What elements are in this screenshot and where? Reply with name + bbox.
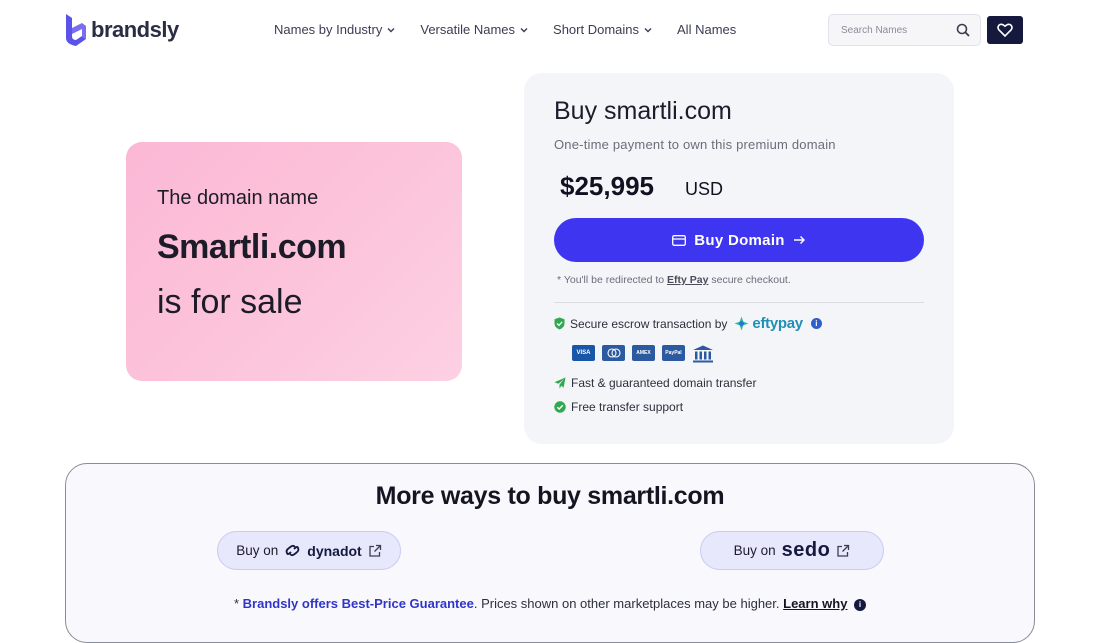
- nav-label: All Names: [677, 22, 737, 37]
- sale-card-intro: The domain name: [157, 187, 319, 209]
- heart-icon: [997, 23, 1013, 37]
- transfer-text: Fast & guaranteed domain transfer: [571, 376, 757, 390]
- for-sale-card: The domain name Smartli.com is for sale: [126, 142, 462, 381]
- nav-label: Names by Industry: [274, 22, 383, 37]
- chevron-down-icon: [644, 27, 652, 32]
- shield-check-icon: [554, 317, 565, 330]
- buy-panel: Buy smartli.com One-time payment to own …: [524, 73, 954, 444]
- eftypay-wordmark: eftypay: [752, 315, 803, 332]
- nav-names-by-industry[interactable]: Names by Industry: [274, 22, 396, 37]
- redirect-suffix: secure checkout.: [711, 274, 791, 286]
- divider: [554, 302, 924, 303]
- amex-icon: AMEX: [632, 345, 655, 361]
- nav-label: Short Domains: [553, 22, 640, 37]
- search-input[interactable]: [841, 24, 951, 36]
- escrow-feature: Secure escrow transaction by eftypay i: [554, 315, 822, 332]
- support-feature: Free transfer support: [554, 400, 683, 414]
- guarantee-brand: Brandsly offers Best-Price Guarantee: [242, 596, 474, 611]
- transfer-feature: Fast & guaranteed domain transfer: [554, 376, 756, 390]
- redirect-note: * You'll be redirected to Efty Pay secur…: [557, 274, 791, 286]
- buy-subtitle: One-time payment to own this premium dom…: [554, 137, 836, 152]
- check-circle-icon: [554, 401, 566, 413]
- logo-text: brandsly: [91, 17, 179, 42]
- buy-domain-button[interactable]: Buy Domain: [554, 218, 924, 262]
- efty-pay-link[interactable]: Efty Pay: [667, 274, 708, 286]
- eftypay-logo-icon: [734, 316, 749, 331]
- external-link-icon: [369, 544, 381, 557]
- arrow-right-icon: [793, 236, 805, 244]
- mastercard-icon: [602, 345, 625, 361]
- escrow-text: Secure escrow transaction by: [570, 316, 728, 331]
- site-header: brandsly Names by Industry Versatile Nam…: [0, 0, 1100, 60]
- eftypay-logo: eftypay: [734, 315, 803, 332]
- search-icon[interactable]: [956, 23, 970, 37]
- buy-title: Buy smartli.com: [554, 97, 732, 125]
- dynadot-wordmark: dynadot: [307, 542, 362, 559]
- support-text: Free transfer support: [571, 400, 684, 414]
- info-icon[interactable]: i: [854, 598, 867, 611]
- more-ways-title: More ways to buy smartli.com: [375, 482, 725, 510]
- sale-card-domain: Smartli.com: [157, 228, 347, 266]
- brandsly-logo-icon: [66, 14, 86, 46]
- buy-on-label: Buy on: [733, 543, 776, 558]
- guarantee-asterisk: *: [233, 596, 240, 611]
- payment-methods: VISA AMEX PayPal: [572, 345, 714, 363]
- learn-why-link[interactable]: Learn why: [783, 596, 847, 611]
- buy-on-label: Buy on: [236, 543, 279, 558]
- nav-all-names[interactable]: All Names: [677, 22, 736, 37]
- brandsly-logo[interactable]: brandsly: [64, 14, 179, 46]
- redirect-prefix: * You'll be redirected to: [557, 274, 665, 286]
- credit-card-icon: [672, 234, 687, 246]
- buy-on-dynadot-button[interactable]: Buy on dynadot: [217, 531, 401, 570]
- external-link-icon: [837, 544, 850, 557]
- price-amount: $25,995: [560, 171, 654, 201]
- info-icon[interactable]: i: [810, 318, 822, 329]
- chevron-down-icon: [520, 27, 528, 32]
- price-currency: USD: [685, 179, 724, 199]
- paper-plane-icon: [554, 377, 566, 389]
- more-ways-section: More ways to buy smartli.com Buy on dyna…: [65, 463, 1035, 643]
- visa-icon: VISA: [572, 345, 595, 361]
- search-box: [828, 14, 981, 46]
- dynadot-logo-icon: [285, 544, 300, 557]
- sale-card-status: is for sale: [157, 283, 303, 321]
- paypal-icon: PayPal: [662, 345, 685, 361]
- nav-short-domains[interactable]: Short Domains: [553, 22, 653, 37]
- nav-label: Versatile Names: [420, 22, 516, 37]
- guarantee-text: . Prices shown on other marketplaces may…: [473, 596, 780, 611]
- chevron-down-icon: [387, 27, 395, 32]
- favorites-button[interactable]: [987, 16, 1023, 44]
- price-guarantee-note: * Brandsly offers Best-Price Guarantee. …: [66, 596, 1034, 611]
- buy-button-label: Buy Domain: [694, 231, 785, 249]
- sedo-wordmark: sedo: [781, 539, 831, 561]
- main-nav: Names by Industry Versatile Names Short …: [274, 22, 736, 37]
- bank-icon: [693, 345, 713, 363]
- buy-on-sedo-button[interactable]: Buy on sedo: [700, 531, 884, 570]
- nav-versatile-names[interactable]: Versatile Names: [420, 22, 529, 37]
